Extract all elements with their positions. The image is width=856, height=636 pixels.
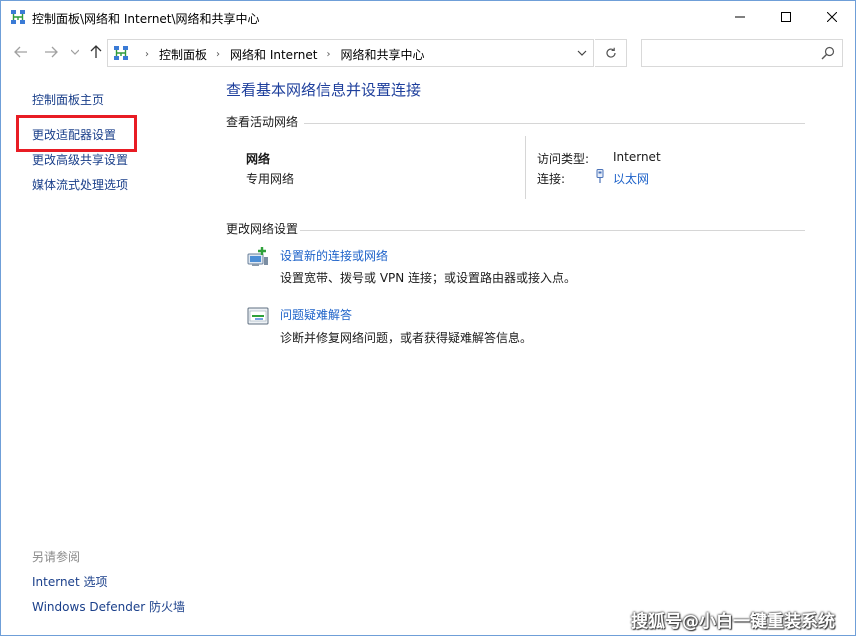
connections-label: 连接: [537,172,566,186]
minimize-icon [735,16,745,17]
troubleshoot-icon [247,307,269,325]
chevron-right-icon[interactable]: › [216,49,220,60]
watermark-text: 搜狐号@小白一键重装系统 [631,612,835,632]
back-button[interactable] [11,42,31,62]
chevron-right-icon[interactable]: › [145,49,149,60]
refresh-button[interactable] [595,39,627,67]
maximize-button[interactable] [763,1,809,32]
search-icon[interactable] [821,46,835,60]
title-bar: 控制面板\网络和 Internet\网络和共享中心 [1,1,855,32]
forward-button[interactable] [41,42,61,62]
divider [304,123,805,124]
breadcrumb-network-internet[interactable]: 网络和 Internet [230,46,317,63]
troubleshoot-problems-link[interactable]: 问题疑难解答 [280,306,352,323]
change-adapter-settings-link[interactable]: 更改适配器设置 [32,126,116,143]
active-networks-heading: 查看活动网络 [226,115,299,129]
close-icon [827,11,837,22]
divider [300,230,805,231]
left-task-pane: 控制面板主页 更改适配器设置 更改高级共享设置 媒体流式处理选项 另请参阅 In… [1,74,222,635]
up-button[interactable] [86,42,106,62]
ethernet-icon [596,169,604,183]
search-input[interactable] [641,39,843,67]
arrow-up-icon [90,45,102,58]
navigation-bar: › 控制面板 › 网络和 Internet › 网络和共享中心 [1,32,855,74]
window-title: 控制面板\网络和 Internet\网络和共享中心 [32,12,260,26]
network-profile: 专用网络 [246,172,295,186]
control-panel-home-link[interactable]: 控制面板主页 [32,91,104,108]
main-content: 查看基本网络信息并设置连接 查看活动网络 网络 专用网络 访问类型: Inter… [222,74,855,635]
address-dropdown-button[interactable] [571,40,593,66]
arrow-right-icon [45,46,58,58]
internet-options-link[interactable]: Internet 选项 [32,573,107,590]
network-name: 网络 [246,152,271,166]
media-streaming-options-link[interactable]: 媒体流式处理选项 [32,176,128,193]
new-connection-icon [247,247,268,266]
network-center-icon [114,46,128,60]
control-panel-window: 控制面板\网络和 Internet\网络和共享中心 › 控制面板 › 网络和 I… [0,0,856,636]
recent-locations-button[interactable] [65,42,85,62]
maximize-icon [781,11,791,22]
close-button[interactable] [809,1,855,32]
access-type-label: 访问类型: [537,152,590,166]
breadcrumb-control-panel[interactable]: 控制面板 [159,46,207,63]
chevron-down-icon [71,49,79,55]
setup-new-connection-link[interactable]: 设置新的连接或网络 [280,247,388,264]
defender-firewall-link[interactable]: Windows Defender 防火墙 [32,598,185,615]
minimize-button[interactable] [717,1,763,32]
page-title: 查看基本网络信息并设置连接 [226,81,422,99]
ethernet-link[interactable]: 以太网 [613,170,649,187]
troubleshoot-problems-description: 诊断并修复网络问题，或者获得疑难解答信息。 [280,331,533,345]
breadcrumb-network-sharing-center[interactable]: 网络和共享中心 [340,46,424,63]
divider [525,136,526,199]
access-type-value: Internet [613,150,661,164]
network-center-icon [11,10,25,24]
chevron-right-icon[interactable]: › [326,49,330,60]
change-network-settings-heading: 更改网络设置 [226,222,299,236]
setup-new-connection-description: 设置宽带、拨号或 VPN 连接；或设置路由器或接入点。 [280,271,577,285]
address-bar[interactable]: › 控制面板 › 网络和 Internet › 网络和共享中心 [107,39,594,67]
change-advanced-sharing-link[interactable]: 更改高级共享设置 [32,151,128,168]
refresh-icon [605,47,616,58]
breadcrumb: › 控制面板 › 网络和 Internet › 网络和共享中心 [136,46,425,63]
chevron-down-icon [577,50,587,56]
arrow-left-icon [14,46,27,58]
see-also-heading: 另请参阅 [32,550,81,564]
